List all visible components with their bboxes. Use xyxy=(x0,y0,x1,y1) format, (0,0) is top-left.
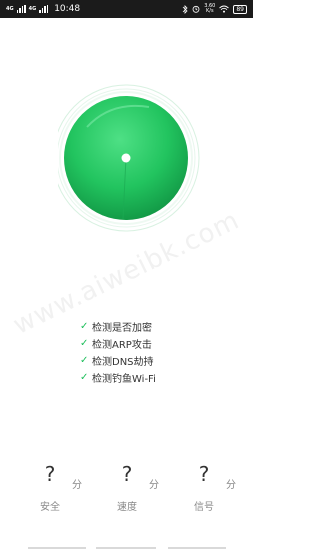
score-signal: ? 分 信号 xyxy=(174,462,236,513)
score-value: ? xyxy=(198,462,210,486)
network-type-1: 4G xyxy=(6,5,14,12)
status-time: 10:48 xyxy=(54,4,81,14)
check-item: ✓ 检测是否加密 xyxy=(80,318,156,335)
bottom-divider xyxy=(96,547,156,549)
speed-unit: K/s xyxy=(206,8,214,14)
check-icon: ✓ xyxy=(80,372,89,383)
status-bar: 4G 4G 10:48 3.60 K/s 89 xyxy=(0,0,253,18)
score-unit: 分 xyxy=(226,480,236,491)
status-bar-left: 4G 4G 10:48 xyxy=(6,4,80,14)
score-value: ? xyxy=(121,462,133,486)
check-item: ✓ 检测DNS劫持 xyxy=(80,352,156,369)
signal-bars-1-icon xyxy=(16,5,26,13)
network-speed: 3.60 K/s xyxy=(204,4,215,14)
bluetooth-icon xyxy=(182,4,188,14)
score-label: 安全 xyxy=(40,502,60,513)
bottom-divider xyxy=(28,547,86,549)
check-item: ✓ 检测ARP攻击 xyxy=(80,335,156,352)
check-list: ✓ 检测是否加密 ✓ 检测ARP攻击 ✓ 检测DNS劫持 ✓ 检测钓鱼Wi-Fi xyxy=(80,318,156,386)
score-security: ? 分 安全 xyxy=(20,462,82,513)
check-item: ✓ 检测钓鱼Wi-Fi xyxy=(80,369,156,386)
score-unit: 分 xyxy=(72,480,82,491)
check-label: 检测钓鱼Wi-Fi xyxy=(92,374,156,385)
score-speed: ? 分 速度 xyxy=(97,462,159,513)
check-label: 检测ARP攻击 xyxy=(92,340,152,351)
check-label: 检测是否加密 xyxy=(92,323,152,334)
scan-gauge[interactable] xyxy=(52,84,208,234)
battery-level: 89 xyxy=(236,5,244,13)
score-value: ? xyxy=(44,462,56,486)
network-type-2: 4G xyxy=(28,5,37,12)
check-icon: ✓ xyxy=(80,321,89,332)
check-icon: ✓ xyxy=(80,355,89,366)
battery-icon: 89 xyxy=(233,4,247,14)
bottom-divider xyxy=(168,547,226,549)
score-label: 速度 xyxy=(117,502,137,513)
status-bar-right: 3.60 K/s 89 xyxy=(182,4,247,14)
scan-ball xyxy=(64,96,188,220)
signal-bars-2-icon xyxy=(39,5,49,13)
alarm-icon xyxy=(192,5,200,13)
check-icon: ✓ xyxy=(80,338,89,349)
check-label: 检测DNS劫持 xyxy=(92,357,154,368)
score-unit: 分 xyxy=(149,480,159,491)
wifi-icon xyxy=(219,5,230,13)
score-label: 信号 xyxy=(194,502,214,513)
